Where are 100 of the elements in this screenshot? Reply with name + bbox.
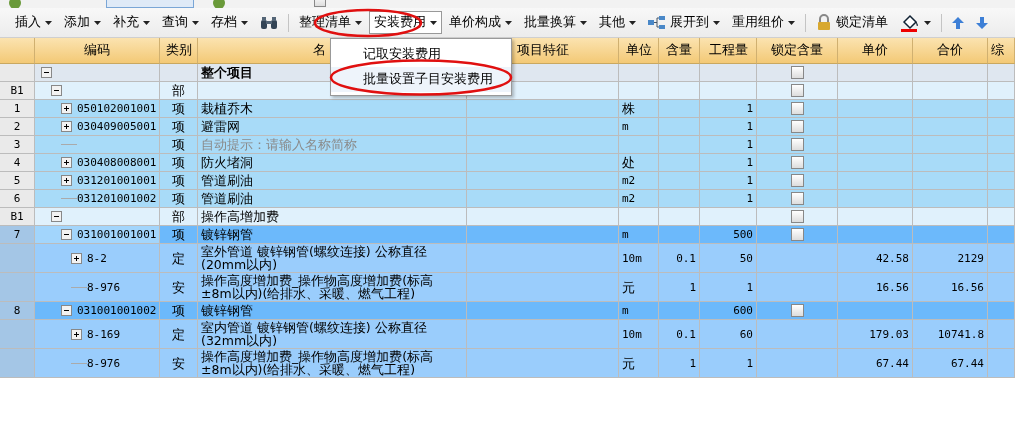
ratio-cell xyxy=(659,100,700,118)
type-cell: 项 xyxy=(160,118,198,136)
row-number xyxy=(0,244,35,273)
type-cell: 安 xyxy=(160,349,198,378)
lock-checkbox[interactable] xyxy=(790,174,804,187)
toolbar-menu-button[interactable]: 展开到 xyxy=(643,11,725,34)
row-number: 7 xyxy=(0,226,35,244)
caret-icon xyxy=(355,20,362,25)
ratio-cell xyxy=(659,64,700,82)
type-cell: 项 xyxy=(160,154,198,172)
name-cell: 管道刷油 xyxy=(198,190,467,208)
type-cell: 定 xyxy=(160,244,198,273)
toolbar-menu-button[interactable]: 补充 xyxy=(108,11,155,34)
collapse-icon[interactable] xyxy=(61,305,72,316)
toolbar-menu-button[interactable]: 查询 xyxy=(157,11,204,34)
collapse-icon[interactable] xyxy=(51,85,62,96)
name-cell: 操作高度增加费_操作物高度增加费(标高±8m以内)(给排水、采暖、燃气工程) xyxy=(198,273,467,302)
toolbar-menu-button[interactable]: 锁定清单 xyxy=(811,11,893,34)
unit-cell xyxy=(619,136,659,154)
lock-checkbox[interactable] xyxy=(790,210,804,223)
table-cell xyxy=(988,302,1015,320)
lock-checkbox[interactable] xyxy=(790,66,804,79)
lock-checkbox[interactable] xyxy=(790,156,804,169)
ratio-cell xyxy=(659,136,700,154)
lock-checkbox[interactable] xyxy=(790,120,804,133)
name-cell: 防火堵洞 xyxy=(198,154,467,172)
column-header: 工程量 xyxy=(700,38,757,64)
type-cell: 部 xyxy=(160,208,198,226)
column-header: 合价 xyxy=(913,38,988,64)
price-cell: 16.56 xyxy=(838,273,913,302)
lock-checkbox[interactable] xyxy=(790,84,804,97)
row-number: 5 xyxy=(0,172,35,190)
toolbar-menu-button[interactable]: 单价构成 xyxy=(444,11,517,34)
code-cell: 031201001001 xyxy=(35,172,160,190)
expand-icon[interactable] xyxy=(61,175,72,186)
unit-cell: m xyxy=(619,302,659,320)
type-cell: 项 xyxy=(160,190,198,208)
toolbar-menu-button[interactable]: 其他 xyxy=(594,11,641,34)
quantity-cell: 60 xyxy=(700,320,757,349)
caret-icon xyxy=(629,20,636,25)
total-cell: 16.56 xyxy=(913,273,988,302)
row-number xyxy=(0,349,35,378)
ratio-cell xyxy=(659,226,700,244)
ratio-cell xyxy=(659,172,700,190)
expand-icon[interactable] xyxy=(61,121,72,132)
price-cell: 67.44 xyxy=(838,349,913,378)
expand-icon[interactable] xyxy=(71,328,82,340)
collapse-icon[interactable] xyxy=(41,67,52,78)
name-cell: 操作高度增加费_操作物高度增加费(标高±8m以内)(给排水、采暖、燃气工程) xyxy=(198,349,467,378)
arrow-down-icon[interactable] xyxy=(976,16,988,29)
row-number: 6 xyxy=(0,190,35,208)
column-header: 类别 xyxy=(160,38,198,64)
ratio-cell xyxy=(659,154,700,172)
ratio-cell xyxy=(659,82,700,100)
ratio-cell xyxy=(659,118,700,136)
expand-icon[interactable] xyxy=(61,103,72,114)
code-cell: 8-976 xyxy=(35,349,160,378)
caret-icon xyxy=(45,20,52,25)
table-cell xyxy=(988,100,1015,118)
binoculars-icon[interactable] xyxy=(260,15,278,30)
code-cell: 030408008001 xyxy=(35,154,160,172)
quantity-cell: 1 xyxy=(700,273,757,302)
lock-checkbox[interactable] xyxy=(790,228,804,241)
paint-bucket-icon[interactable] xyxy=(900,13,920,32)
expand-icon[interactable] xyxy=(61,157,72,168)
menu-item[interactable]: 记取安装费用 xyxy=(331,42,511,67)
total-cell: 10741.8 xyxy=(913,320,988,349)
toolbar-menu-button[interactable]: 插入 xyxy=(10,11,57,34)
lock-checkbox[interactable] xyxy=(790,192,804,205)
menu-item[interactable]: 批量设置子目安装费用 xyxy=(331,67,511,92)
caret-icon xyxy=(192,20,199,25)
toolbar-menu-button[interactable]: 重用组价 xyxy=(727,11,800,34)
name-cell: 栽植乔木 xyxy=(198,100,467,118)
lock-checkbox[interactable] xyxy=(790,138,804,151)
arrow-up-icon[interactable] xyxy=(952,16,964,29)
caret-icon xyxy=(143,20,150,25)
collapse-icon[interactable] xyxy=(61,229,72,240)
table-cell xyxy=(988,172,1015,190)
ratio-cell xyxy=(659,190,700,208)
quantity-cell: 1 xyxy=(700,118,757,136)
toolbar-menu-button[interactable]: 批量换算 xyxy=(519,11,592,34)
unit-cell: 10m xyxy=(619,320,659,349)
code-cell: 030409005001 xyxy=(35,118,160,136)
price-cell: 179.03 xyxy=(838,320,913,349)
caret-icon xyxy=(94,20,101,25)
type-cell: 项 xyxy=(160,100,198,118)
caret-icon xyxy=(580,20,587,25)
expand-icon[interactable] xyxy=(71,252,82,264)
caret-icon xyxy=(505,20,512,25)
quantity-cell: 1 xyxy=(700,136,757,154)
ratio-cell: 1 xyxy=(659,349,700,378)
toolbar-menu-button[interactable]: 存档 xyxy=(206,11,253,34)
column-header: 锁定含量 xyxy=(757,38,838,64)
collapse-icon[interactable] xyxy=(51,211,62,222)
table-cell xyxy=(988,154,1015,172)
caret-icon xyxy=(241,20,248,25)
toolbar-menu-button[interactable]: 添加 xyxy=(59,11,106,34)
lock-checkbox[interactable] xyxy=(790,102,804,115)
code-cell: 8-169 xyxy=(35,320,160,349)
lock-checkbox[interactable] xyxy=(790,304,804,317)
